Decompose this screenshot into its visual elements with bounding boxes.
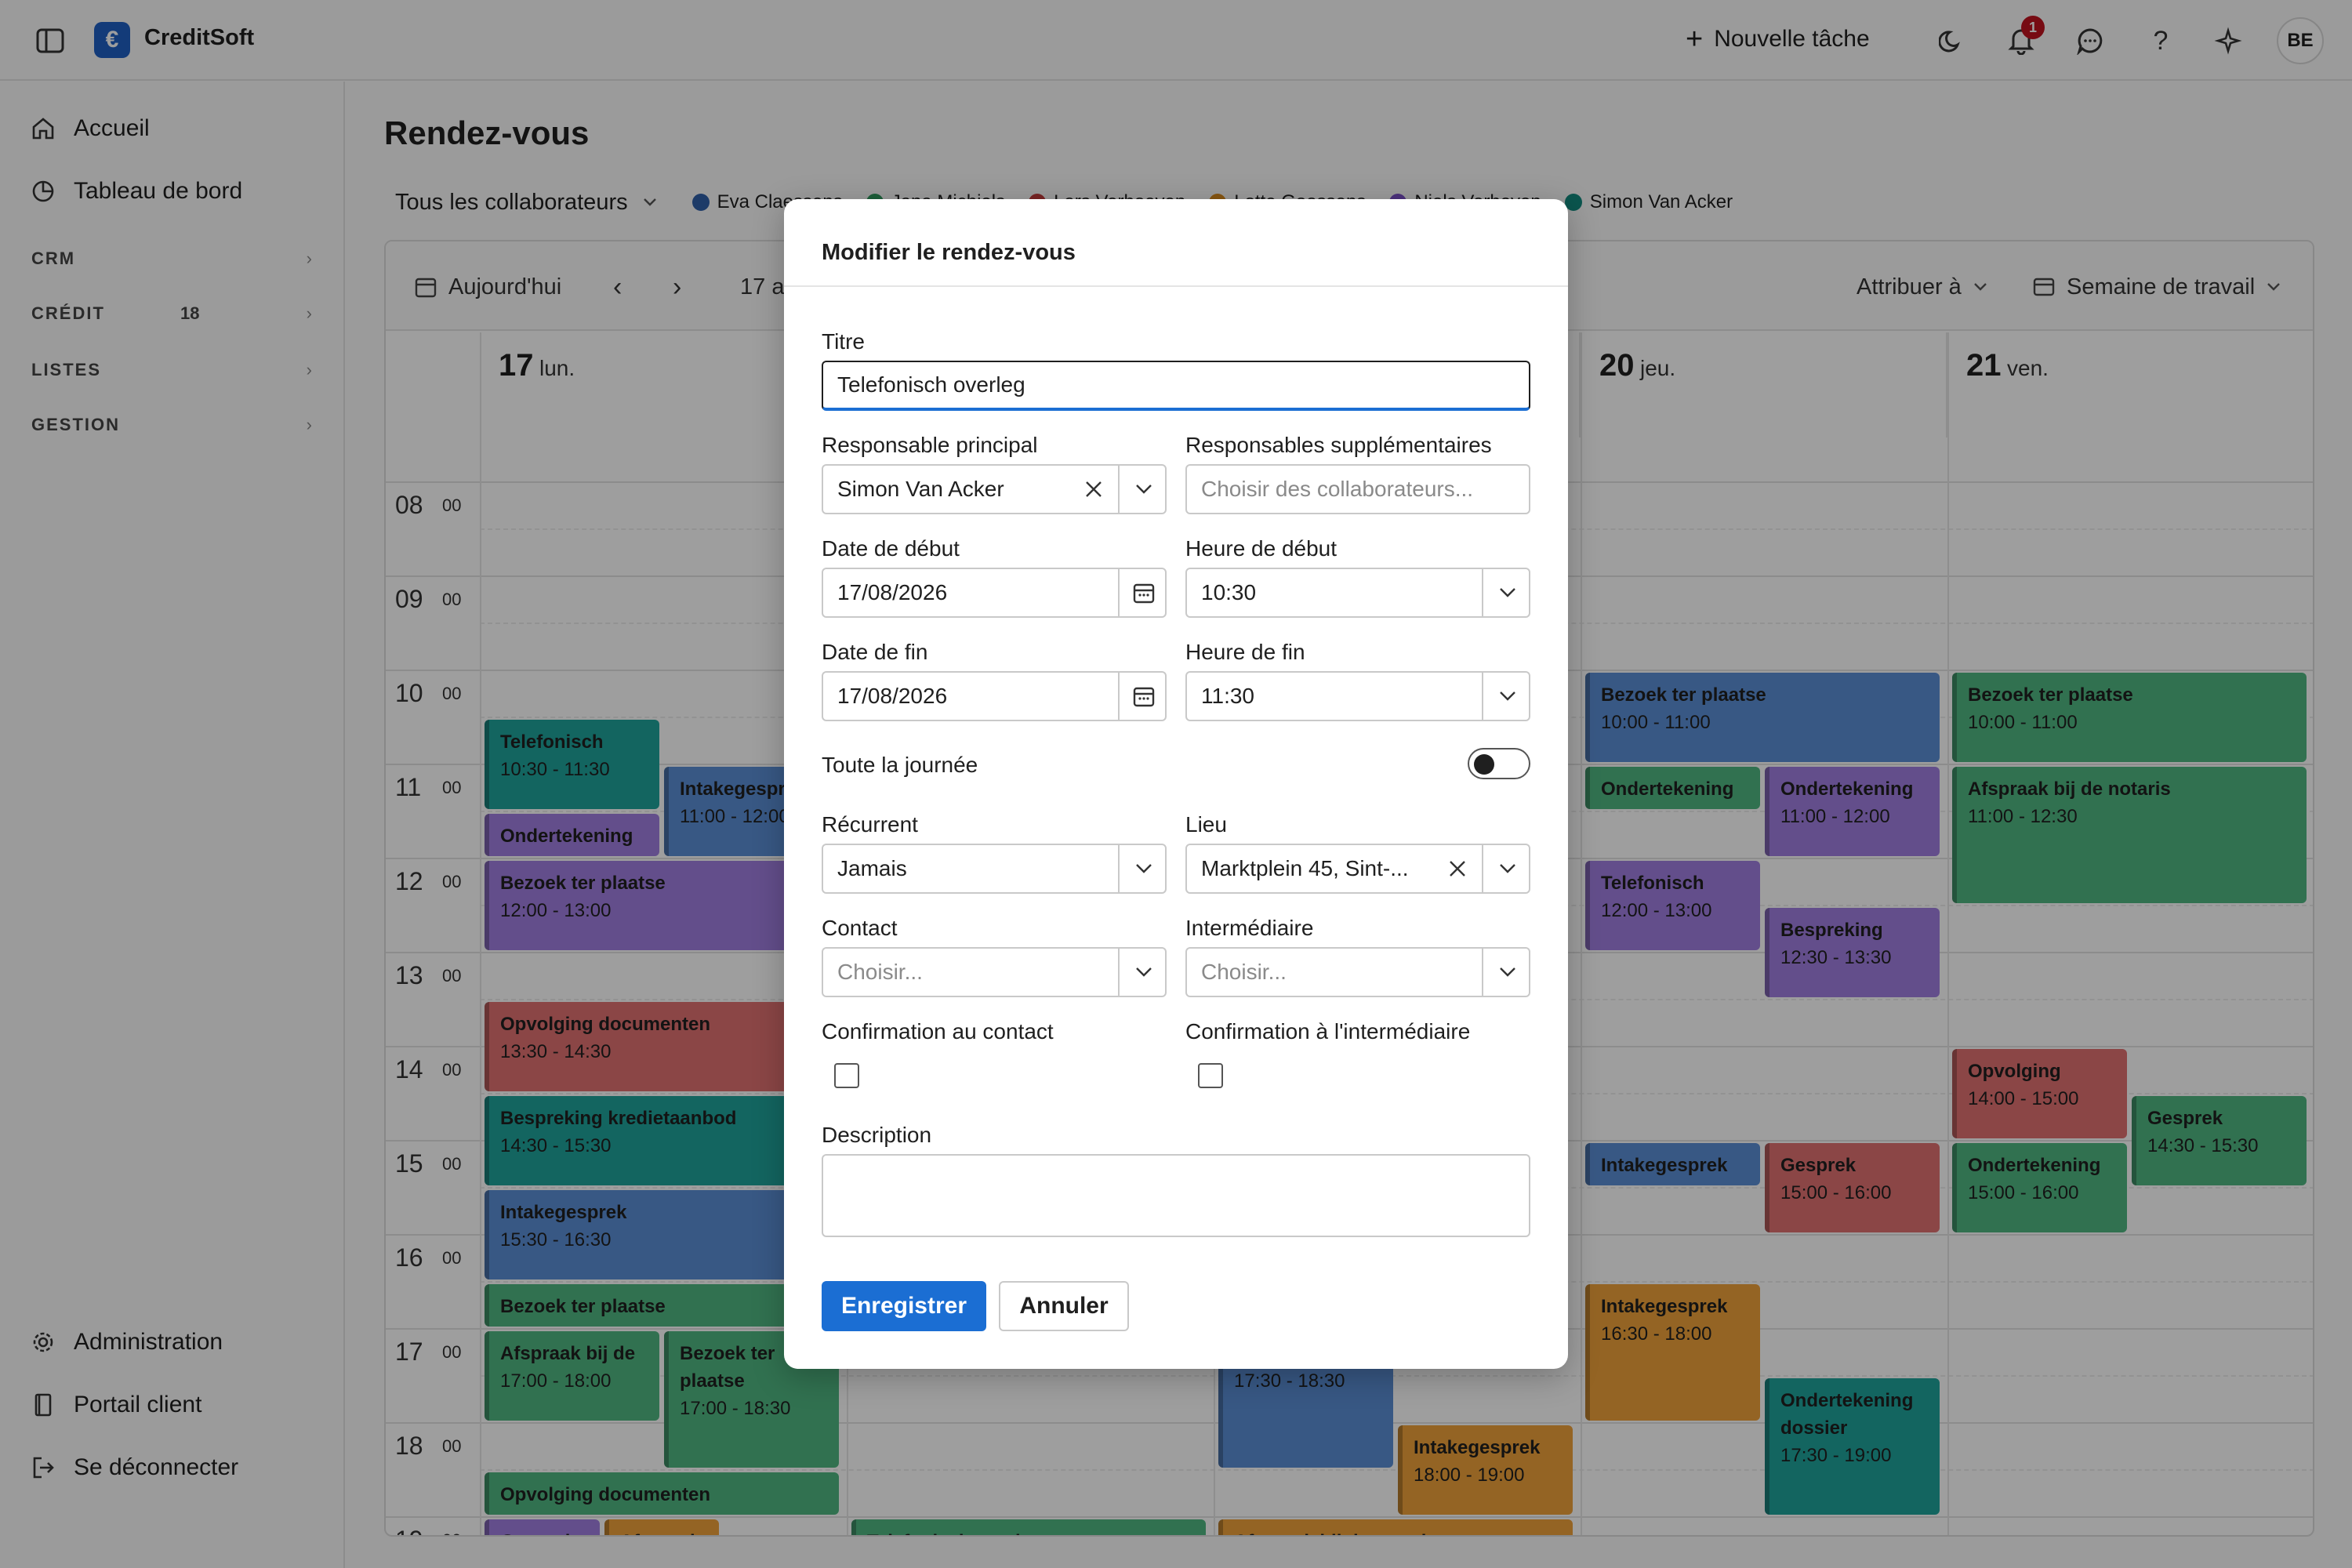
resp-supp-multiselect[interactable]: Choisir des collaborateurs...: [1185, 464, 1530, 514]
contact-label: Contact: [822, 916, 898, 940]
calendar-icon[interactable]: [1120, 673, 1168, 720]
conf-inter-checkbox[interactable]: [1198, 1063, 1223, 1088]
recurrent-select[interactable]: Jamais: [822, 844, 1167, 894]
save-button[interactable]: Enregistrer: [822, 1281, 986, 1331]
date-debut-value: 17/08/2026: [837, 580, 948, 604]
intermediaire-select[interactable]: Choisir...: [1185, 947, 1530, 997]
resp-principal-value: Simon Van Acker: [837, 477, 1004, 501]
date-fin-value: 17/08/2026: [837, 684, 948, 708]
intermediaire-placeholder: Choisir...: [1201, 960, 1287, 984]
conf-inter-label: Confirmation à l'intermédiaire: [1185, 1019, 1471, 1044]
chevron-down-icon[interactable]: [1120, 949, 1168, 996]
titre-input[interactable]: Telefonisch overleg: [822, 361, 1530, 411]
chevron-down-icon[interactable]: [1483, 569, 1532, 616]
heure-fin-select[interactable]: 11:30: [1185, 671, 1530, 721]
resp-principal-label: Responsable principal: [822, 433, 1038, 457]
description-label: Description: [822, 1123, 932, 1147]
conf-contact-label: Confirmation au contact: [822, 1019, 1054, 1044]
toute-journee-label: Toute la journée: [822, 753, 978, 777]
titre-value: Telefonisch overleg: [837, 372, 1025, 397]
description-textarea[interactable]: [822, 1154, 1530, 1237]
clear-icon[interactable]: [1069, 466, 1118, 513]
dialog-divider: [784, 285, 1568, 287]
contact-placeholder: Choisir...: [837, 960, 923, 984]
conf-contact-checkbox[interactable]: [834, 1063, 859, 1088]
chevron-down-icon[interactable]: [1120, 466, 1168, 513]
date-debut-input[interactable]: 17/08/2026: [822, 568, 1167, 618]
heure-fin-label: Heure de fin: [1185, 640, 1305, 664]
chevron-down-icon[interactable]: [1483, 673, 1532, 720]
cancel-button[interactable]: Annuler: [999, 1281, 1129, 1331]
titre-label: Titre: [822, 329, 865, 354]
chevron-down-icon[interactable]: [1483, 845, 1532, 892]
edit-appointment-dialog: Modifier le rendez-vous Titre Telefonisc…: [784, 199, 1568, 1369]
heure-debut-value: 10:30: [1201, 580, 1257, 604]
resp-supp-placeholder: Choisir des collaborateurs...: [1201, 477, 1474, 501]
resp-supp-label: Responsables supplémentaires: [1185, 433, 1492, 457]
clear-icon[interactable]: [1433, 845, 1482, 892]
heure-debut-label: Heure de début: [1185, 536, 1338, 561]
heure-debut-select[interactable]: 10:30: [1185, 568, 1530, 618]
contact-select[interactable]: Choisir...: [822, 947, 1167, 997]
intermediaire-label: Intermédiaire: [1185, 916, 1314, 940]
resp-principal-select[interactable]: Simon Van Acker: [822, 464, 1167, 514]
lieu-value: Marktplein 45, Sint-...: [1201, 856, 1409, 880]
dialog-title: Modifier le rendez-vous: [822, 240, 1076, 265]
heure-fin-value: 11:30: [1201, 684, 1254, 708]
lieu-label: Lieu: [1185, 812, 1227, 837]
recurrent-label: Récurrent: [822, 812, 918, 837]
date-debut-label: Date de début: [822, 536, 960, 561]
all-day-toggle[interactable]: [1468, 748, 1530, 779]
chevron-down-icon[interactable]: [1120, 845, 1168, 892]
calendar-icon[interactable]: [1120, 569, 1168, 616]
date-fin-label: Date de fin: [822, 640, 928, 664]
toggle-knob: [1474, 754, 1494, 775]
recurrent-value: Jamais: [837, 856, 907, 880]
lieu-select[interactable]: Marktplein 45, Sint-...: [1185, 844, 1530, 894]
chevron-down-icon[interactable]: [1483, 949, 1532, 996]
date-fin-input[interactable]: 17/08/2026: [822, 671, 1167, 721]
